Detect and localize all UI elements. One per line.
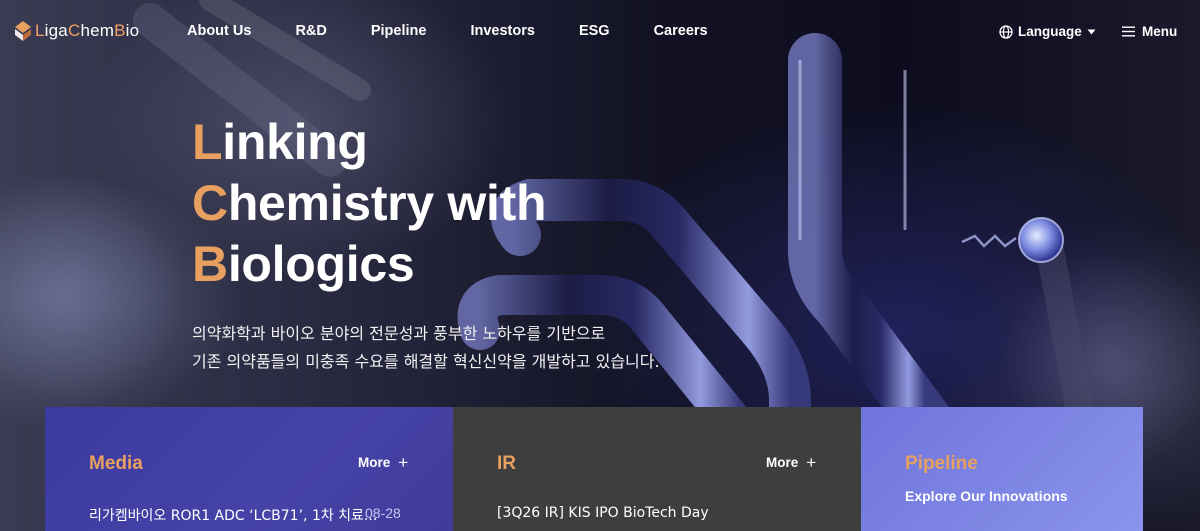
media-news-date: 08-28 — [365, 505, 401, 521]
nav-careers[interactable]: Careers — [654, 23, 708, 39]
media-more-link[interactable]: More + — [358, 453, 409, 472]
ir-more-link[interactable]: More + — [766, 453, 817, 472]
nav-rd[interactable]: R&D — [295, 23, 326, 39]
ir-news-item[interactable]: [3Q26 IR] KIS IPO BioTech Day — [497, 505, 709, 521]
headline-line-1: Linking — [192, 114, 368, 170]
site-header: LigaChemBio About Us R&D Pipeline Invest… — [0, 0, 1200, 64]
hero-description: 의약화학과 바이오 분야의 전문성과 풍부한 노하우를 기반으로 기존 의약품들… — [192, 320, 660, 376]
plus-icon: + — [806, 453, 817, 472]
quick-cards: Media More + 리가켐바이오 ROR1 ADC ‘LCB71’, 1차… — [45, 407, 1143, 531]
caret-down-icon — [1087, 29, 1096, 34]
media-news-item[interactable]: 리가켐바이오 ROR1 ADC ‘LCB71’, 1차 치료... — [89, 505, 377, 525]
nav-investors[interactable]: Investors — [470, 23, 534, 39]
ir-title: IR — [497, 453, 516, 474]
media-title: Media — [89, 453, 143, 474]
hero-description-line-2: 기존 의약품들의 미충족 수요를 해결할 혁신신약을 개발하고 있습니다. — [192, 352, 660, 371]
ir-card: IR More + [3Q26 IR] KIS IPO BioTech Day — [453, 407, 861, 531]
language-label: Language — [1018, 24, 1082, 39]
main-nav: About Us R&D Pipeline Investors ESG Care… — [187, 23, 708, 39]
hamburger-icon — [1122, 26, 1135, 37]
menu-button[interactable]: Menu — [1122, 24, 1177, 39]
logo-mark-icon — [15, 21, 31, 41]
pipeline-subtitle: Explore Our Innovations — [905, 488, 1068, 504]
nav-pipeline[interactable]: Pipeline — [371, 23, 427, 39]
hero-description-line-1: 의약화학과 바이오 분야의 전문성과 풍부한 노하우를 기반으로 — [192, 324, 606, 343]
nav-about-us[interactable]: About Us — [187, 23, 251, 39]
menu-label: Menu — [1142, 24, 1178, 39]
hero-headline: Linking Chemistry with Biologics — [192, 112, 547, 295]
logo-text: LigaChemBio — [35, 21, 140, 40]
language-selector[interactable]: Language — [999, 24, 1096, 39]
ir-more-label: More — [766, 455, 799, 470]
media-more-label: More — [358, 455, 391, 470]
logo[interactable]: LigaChemBio — [14, 20, 139, 42]
pipeline-card[interactable]: Pipeline Explore Our Innovations — [861, 407, 1143, 531]
headline-line-2: Chemistry with — [192, 175, 547, 231]
plus-icon: + — [398, 453, 409, 472]
media-card: Media More + 리가켐바이오 ROR1 ADC ‘LCB71’, 1차… — [45, 407, 453, 531]
pipeline-title: Pipeline — [905, 453, 978, 474]
nav-esg[interactable]: ESG — [579, 23, 610, 39]
headline-line-3: Biologics — [192, 236, 415, 292]
globe-icon — [999, 24, 1013, 39]
